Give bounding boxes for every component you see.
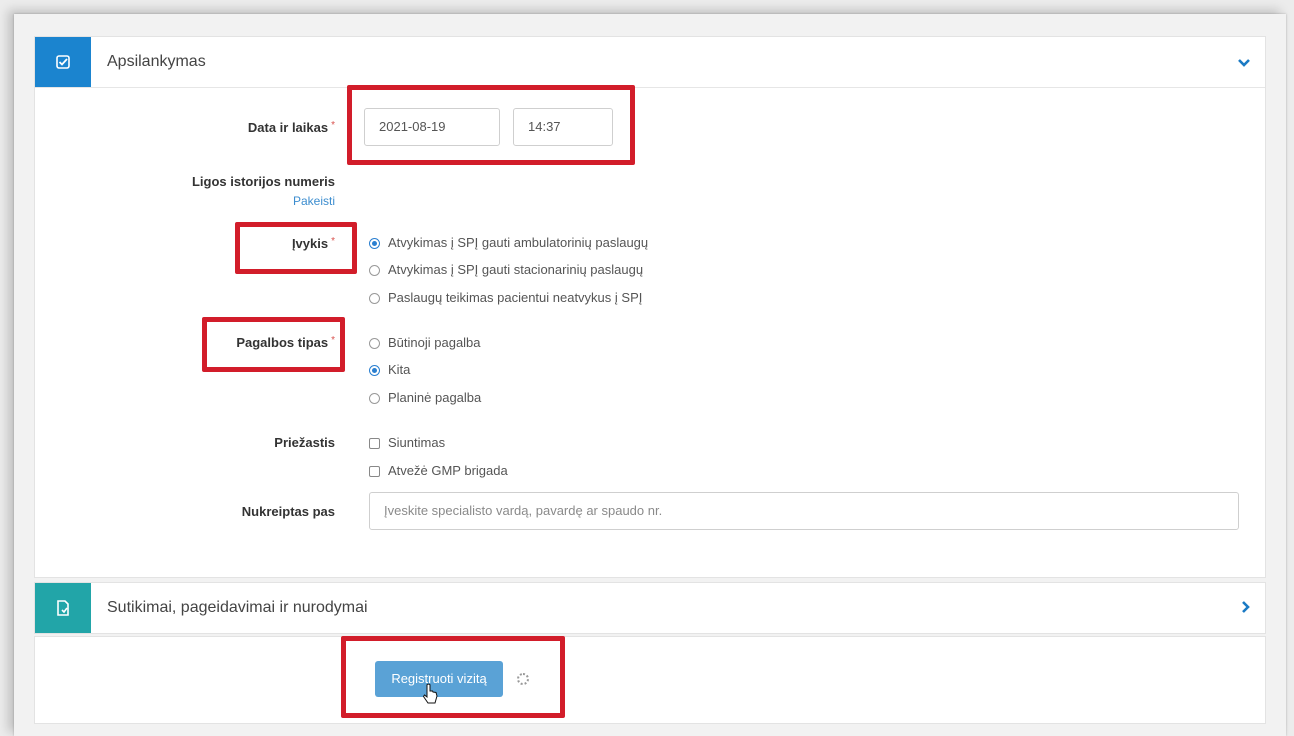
visit-panel: Apsilankymas Data ir laikas * 2021-08-19 … [34, 36, 1266, 578]
history-number-label: Ligos istorijos numeris [191, 174, 335, 189]
footer-panel: Registruoti vizitą [34, 636, 1266, 724]
help-type-option-emergency[interactable]: Būtinoji pagalba [369, 333, 481, 353]
event-option-ambulatory[interactable]: Atvykimas į SPĮ gauti ambulatorinių pasl… [369, 233, 648, 253]
event-option-stationary[interactable]: Atvykimas į SPĮ gauti stacionarinių pasl… [369, 260, 643, 280]
radio[interactable] [369, 292, 380, 304]
radio-selected[interactable] [369, 237, 380, 249]
referred-label: Nukreiptas pas [241, 504, 335, 519]
chevron-right-icon[interactable] [1241, 583, 1251, 633]
chevron-down-icon[interactable] [1237, 37, 1251, 87]
date-time-label: Data ir laikas * [247, 120, 335, 135]
radio[interactable] [369, 264, 380, 276]
specialist-search-input[interactable]: Įveskite specialisto vardą, pavardę ar s… [369, 492, 1239, 530]
consents-panel: Sutikimai, pageidavimai ir nurodymai [34, 582, 1266, 634]
change-history-link[interactable]: Pakeisti [275, 194, 335, 208]
checkbox[interactable] [369, 465, 380, 477]
checkbox[interactable] [369, 437, 380, 449]
app-frame: Apsilankymas Data ir laikas * 2021-08-19 … [14, 14, 1286, 736]
highlight-help-type-label [202, 317, 345, 372]
consents-panel-title: Sutikimai, pageidavimai ir nurodymai [107, 599, 368, 616]
visit-panel-header[interactable]: Apsilankymas [35, 37, 1265, 88]
reason-option-ambulance[interactable]: Atvežė GMP brigada [369, 461, 508, 481]
radio-selected[interactable] [369, 364, 380, 376]
consents-panel-header[interactable]: Sutikimai, pageidavimai ir nurodymai [35, 583, 1265, 633]
highlight-date-time [347, 85, 635, 165]
help-type-option-other[interactable]: Kita [369, 360, 410, 380]
radio[interactable] [369, 337, 380, 349]
event-option-remote[interactable]: Paslaugų teikimas pacientui neatvykus į … [369, 288, 642, 308]
highlight-event-label [235, 222, 357, 274]
radio[interactable] [369, 392, 380, 404]
highlight-register-button [341, 636, 565, 718]
reason-label: Priežastis [274, 435, 335, 450]
edit-check-icon [35, 37, 91, 87]
visit-panel-title: Apsilankymas [107, 53, 206, 70]
help-type-option-planned[interactable]: Planinė pagalba [369, 388, 481, 408]
document-icon [35, 583, 91, 633]
reason-option-referral[interactable]: Siuntimas [369, 433, 445, 453]
